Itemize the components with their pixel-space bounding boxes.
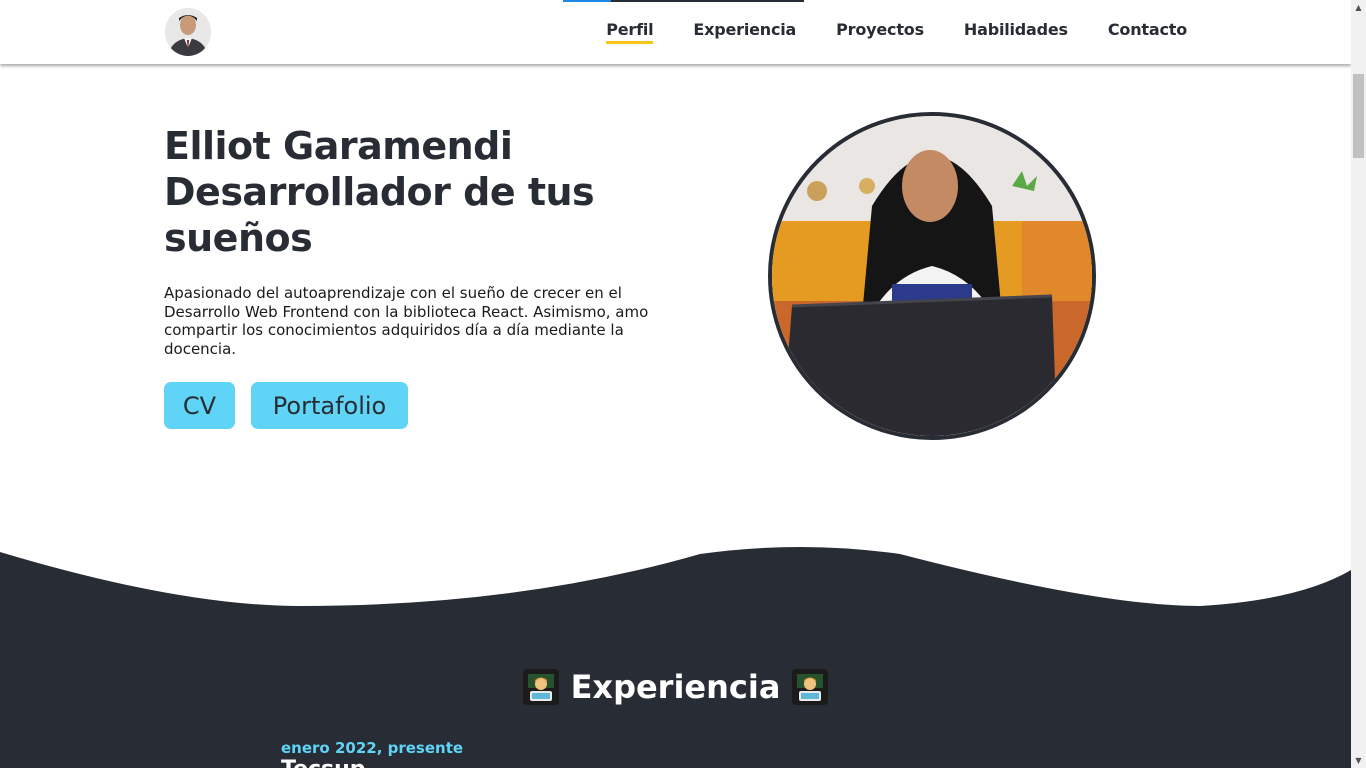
profile-photo bbox=[768, 112, 1096, 440]
hero-title-dreams: sueños bbox=[164, 216, 313, 260]
scroll-up-arrow-icon[interactable]: ▲ bbox=[1351, 0, 1366, 15]
section-wave bbox=[0, 547, 1351, 768]
nav-item-habilidades[interactable]: Habilidades bbox=[964, 20, 1068, 44]
nav-item-perfil[interactable]: Perfil bbox=[606, 20, 654, 44]
avatar-image bbox=[165, 8, 211, 56]
avatar[interactable] bbox=[165, 8, 211, 56]
portfolio-button[interactable]: Portafolio bbox=[251, 382, 408, 429]
scroll-progress-bar bbox=[563, 0, 804, 2]
nav-item-experiencia[interactable]: Experiencia bbox=[693, 20, 796, 44]
page-scrollbar[interactable]: ▲ ▼ bbox=[1351, 0, 1366, 768]
experience-heading: Experiencia bbox=[0, 668, 1351, 706]
hero-description: Apasionado del autoaprendizaje con el su… bbox=[164, 284, 649, 358]
scroll-down-arrow-icon[interactable]: ▼ bbox=[1351, 753, 1366, 768]
technologist-icon bbox=[792, 669, 829, 705]
main-nav: Perfil Experiencia Proyectos Habilidades… bbox=[566, 20, 1187, 44]
top-header: Perfil Experiencia Proyectos Habilidades… bbox=[0, 0, 1351, 64]
nav-item-contacto[interactable]: Contacto bbox=[1108, 20, 1187, 44]
experience-company: Tecsup bbox=[281, 757, 366, 768]
scrollbar-thumb[interactable] bbox=[1353, 74, 1364, 158]
profile-photo-image bbox=[772, 116, 1092, 436]
hero-title-name: Elliot Garamendi bbox=[164, 124, 513, 168]
hero-title: Elliot Garamendi Desarrollador de tus su… bbox=[164, 123, 724, 261]
experience-date: enero 2022, presente bbox=[281, 739, 464, 757]
cv-button[interactable]: CV bbox=[164, 382, 235, 429]
technologist-icon bbox=[522, 669, 559, 705]
hero-title-role: Desarrollador de tus bbox=[164, 170, 595, 214]
experience-title: Experiencia bbox=[570, 668, 781, 706]
scroll-progress-fill bbox=[563, 0, 612, 2]
nav-item-proyectos[interactable]: Proyectos bbox=[836, 20, 924, 44]
